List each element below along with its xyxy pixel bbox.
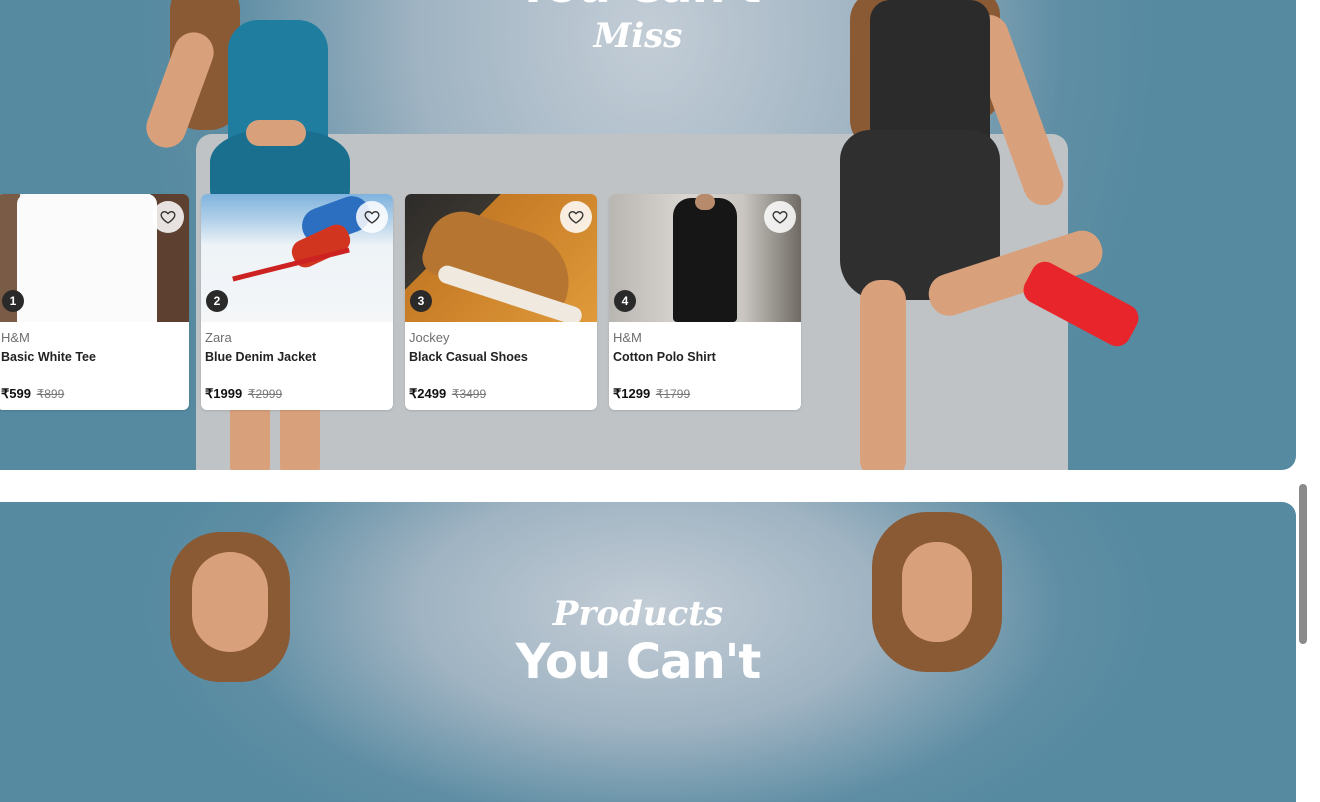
wishlist-button[interactable] bbox=[356, 201, 388, 233]
product-name[interactable]: Blue Denim Jacket bbox=[205, 350, 316, 364]
product-mrp: ₹3499 bbox=[451, 387, 487, 401]
product-prices: ₹1999 ₹2999 bbox=[205, 386, 282, 402]
wishlist-button[interactable] bbox=[152, 201, 184, 233]
product-price: ₹2499 bbox=[409, 386, 447, 401]
heart-icon bbox=[364, 210, 380, 224]
product-prices: ₹1299 ₹1799 bbox=[613, 386, 690, 402]
page-scrollbar[interactable] bbox=[1296, 0, 1320, 659]
banner-heading-italic: Products bbox=[552, 594, 724, 634]
product-card[interactable]: 4 H&M Cotton Polo Shirt ₹1299 ₹1799 bbox=[609, 194, 801, 410]
product-card[interactable]: 3 Jockey Black Casual Shoes ₹2499 ₹3499 bbox=[405, 194, 597, 410]
rank-badge: 2 bbox=[206, 290, 228, 312]
product-brand: Zara bbox=[205, 330, 232, 345]
product-brand: H&M bbox=[613, 330, 642, 345]
product-price: ₹1999 bbox=[205, 386, 243, 401]
bottom-banner: Products You Can't bbox=[0, 502, 1296, 802]
wishlist-button[interactable] bbox=[560, 201, 592, 233]
product-price: ₹599 bbox=[1, 386, 31, 401]
heart-icon bbox=[568, 210, 584, 224]
product-name[interactable]: Cotton Polo Shirt bbox=[613, 350, 716, 364]
scrollbar-thumb[interactable] bbox=[1299, 484, 1307, 644]
wishlist-button[interactable] bbox=[764, 201, 796, 233]
product-card[interactable]: 2 Zara Blue Denim Jacket ₹1999 ₹2999 bbox=[201, 194, 393, 410]
product-mrp: ₹1799 bbox=[655, 387, 691, 401]
product-prices: ₹599 ₹899 bbox=[1, 386, 64, 402]
rank-badge: 3 bbox=[410, 290, 432, 312]
rank-badge: 4 bbox=[614, 290, 636, 312]
product-prices: ₹2499 ₹3499 bbox=[409, 386, 486, 402]
product-name[interactable]: Basic White Tee bbox=[1, 350, 96, 364]
rank-badge: 1 bbox=[2, 290, 24, 312]
heart-icon bbox=[772, 210, 788, 224]
product-mrp: ₹899 bbox=[36, 387, 65, 401]
product-mrp: ₹2999 bbox=[247, 387, 283, 401]
product-price: ₹1299 bbox=[613, 386, 651, 401]
banner-heading-bold: You Can't bbox=[0, 0, 1276, 14]
product-brand: H&M bbox=[1, 330, 30, 345]
banner-heading-bold: You Can't bbox=[515, 634, 762, 690]
model-right-image bbox=[800, 0, 1160, 470]
product-brand: Jockey bbox=[409, 330, 450, 345]
product-name[interactable]: Black Casual Shoes bbox=[409, 350, 528, 364]
banner-heading-italic: Miss bbox=[593, 16, 683, 56]
product-card[interactable]: 1 H&M Basic White Tee ₹599 ₹899 bbox=[0, 194, 189, 410]
heart-icon bbox=[160, 210, 176, 224]
